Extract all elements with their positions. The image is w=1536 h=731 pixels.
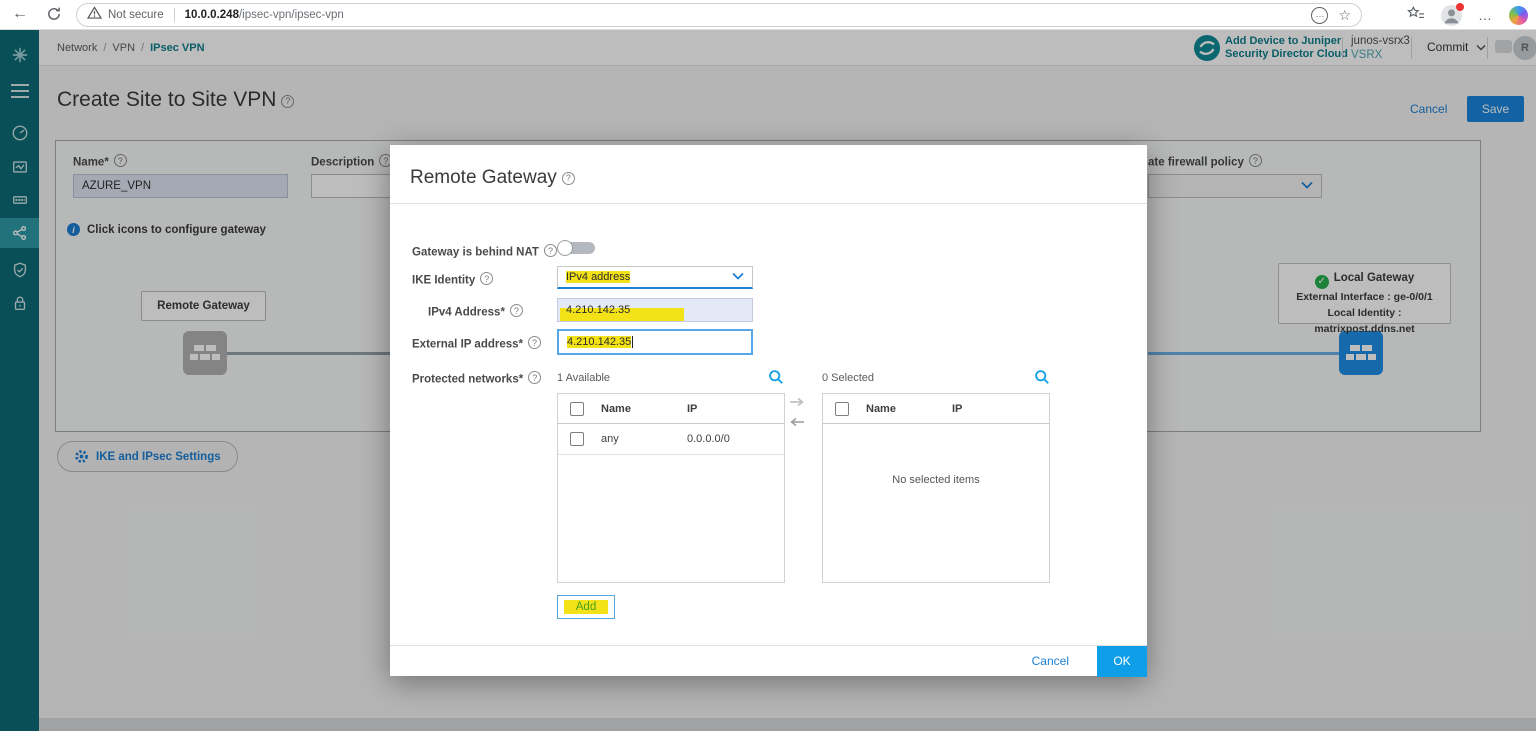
address-bar[interactable]: Not secure 10.0.0.248 /ipsec-vpn/ipsec-v… [76, 3, 1362, 27]
available-search-icon[interactable] [768, 369, 784, 385]
table-row[interactable]: any 0.0.0.0/0 [558, 424, 784, 455]
move-right-icon[interactable] [789, 397, 805, 407]
url-divider [174, 8, 175, 22]
url-host: 10.0.0.248 [185, 9, 239, 21]
browser-profile-icon[interactable] [1441, 5, 1462, 26]
row-checkbox[interactable] [570, 432, 584, 446]
modal-title: Remote Gateway? [410, 167, 575, 189]
column-ip: IP [952, 403, 962, 415]
external-ip-help-icon[interactable]: ? [528, 336, 541, 349]
protected-networks-label: Protected networks*? [412, 371, 541, 386]
ike-identity-help-icon[interactable]: ? [480, 272, 493, 285]
available-table: Name IP any 0.0.0.0/0 [557, 393, 785, 583]
row-ip: 0.0.0.0/0 [687, 433, 730, 445]
move-left-icon[interactable] [789, 417, 805, 427]
external-ip-label: External IP address*? [412, 336, 541, 351]
browser-toolbar: ← Not secure 10.0.0.248 /ipsec-vpn/ipsec… [0, 0, 1536, 30]
notification-dot [1456, 3, 1464, 11]
ipv4-address-label: IPv4 Address*? [428, 304, 523, 319]
selected-table: Name IP No selected items [822, 393, 1050, 583]
copilot-icon[interactable] [1509, 6, 1528, 25]
modal-footer: Cancel OK [390, 645, 1147, 676]
text-caret [632, 336, 633, 348]
site-permissions-icon[interactable]: … [1311, 7, 1328, 24]
select-all-checkbox[interactable] [835, 402, 849, 416]
ike-identity-value: IPv4 address [566, 271, 630, 283]
browser-refresh-icon[interactable] [46, 6, 62, 27]
modal-divider [390, 203, 1147, 204]
selected-search-icon[interactable] [1034, 369, 1050, 385]
available-table-header: Name IP [558, 394, 784, 424]
selected-count: 0 Selected [822, 372, 874, 384]
url-path: /ipsec-vpn/ipsec-vpn [239, 9, 344, 21]
protected-networks-help-icon[interactable]: ? [528, 371, 541, 384]
favorite-star-icon[interactable]: ☆ [1338, 7, 1351, 24]
nat-label: Gateway is behind NAT? [412, 244, 557, 259]
column-name: Name [866, 403, 952, 415]
browser-menu-icon[interactable]: … [1478, 7, 1493, 23]
modal-cancel-button[interactable]: Cancel [1032, 654, 1069, 668]
add-button[interactable]: Add [557, 595, 615, 619]
selected-table-header: Name IP [823, 394, 1049, 424]
external-ip-input[interactable]: 4.210.142.35 [557, 329, 753, 355]
available-count: 1 Available [557, 372, 610, 384]
app-window: Network/VPN/IPsec VPN Add Device to Juni… [0, 30, 1536, 731]
transfer-controls [789, 397, 805, 427]
favorites-bar-icon[interactable] [1407, 5, 1425, 26]
nat-help-icon[interactable]: ? [544, 244, 557, 257]
ike-identity-select[interactable]: IPv4 address [557, 266, 753, 289]
empty-state-text: No selected items [823, 474, 1049, 486]
column-name: Name [601, 403, 687, 415]
ipv4-help-icon[interactable]: ? [510, 304, 523, 317]
ike-identity-label: IKE Identity? [412, 272, 493, 287]
ok-button[interactable]: OK [1097, 646, 1147, 677]
security-label[interactable]: Not secure [108, 9, 164, 21]
modal-help-icon[interactable]: ? [562, 172, 575, 185]
row-name: any [601, 433, 687, 445]
browser-back-icon[interactable]: ← [12, 5, 28, 23]
warning-icon [87, 6, 102, 24]
select-all-checkbox[interactable] [570, 402, 584, 416]
remote-gateway-modal: Remote Gateway? Gateway is behind NAT? I… [390, 145, 1147, 676]
column-ip: IP [687, 403, 697, 415]
nat-toggle[interactable] [557, 240, 595, 256]
